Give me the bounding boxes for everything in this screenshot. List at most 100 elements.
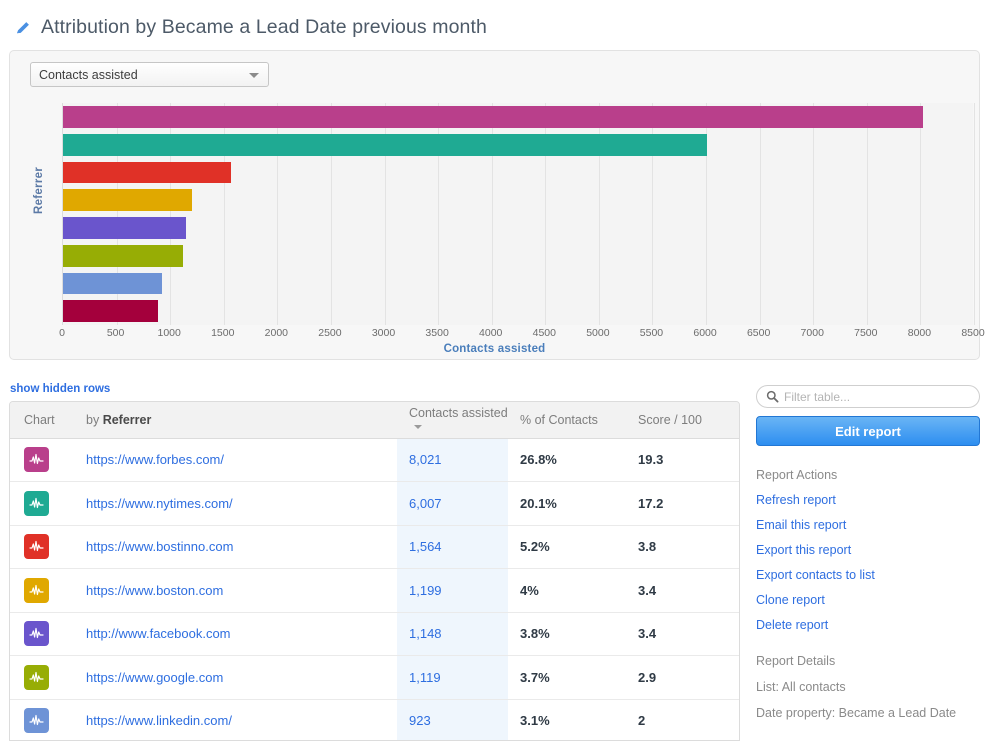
table-row: https://www.boston.com 1,199 4% 3.4 — [10, 568, 739, 613]
row-referrer-cell: http://www.facebook.com — [72, 612, 397, 656]
referrer-link[interactable]: https://www.linkedin.com/ — [86, 713, 232, 728]
report-action-link[interactable]: Export contacts to list — [756, 568, 982, 582]
chart-bar[interactable] — [63, 106, 923, 128]
chart-chip-icon[interactable] — [24, 708, 49, 734]
chevron-down-icon — [414, 425, 422, 430]
referrer-link[interactable]: https://www.boston.com — [86, 583, 223, 598]
report-action-link[interactable]: Clone report — [756, 593, 982, 607]
chart-chip-icon[interactable] — [24, 534, 49, 560]
chart-chip-icon[interactable] — [24, 490, 49, 516]
chart-bar-slot — [63, 186, 973, 214]
chart-bar[interactable] — [63, 244, 183, 267]
chart-bar[interactable] — [63, 272, 162, 295]
report-action-link[interactable]: Email this report — [756, 518, 982, 532]
row-chart-cell — [10, 699, 72, 740]
report-action-link[interactable]: Refresh report — [756, 493, 982, 507]
row-contacts-assisted[interactable]: 1,564 — [397, 525, 508, 569]
row-contacts-assisted[interactable]: 6,007 — [397, 481, 508, 526]
chart-bar[interactable] — [63, 300, 159, 322]
column-header-referrer-prefix: by — [86, 412, 103, 427]
row-chart-cell — [10, 481, 72, 526]
filter-table-box[interactable] — [756, 385, 980, 408]
referrer-link[interactable]: https://www.forbes.com/ — [86, 452, 224, 467]
row-referrer-cell: https://www.google.com — [72, 655, 397, 700]
referrer-link[interactable]: https://www.nytimes.com/ — [86, 496, 233, 511]
x-axis-tick-label: 3000 — [371, 327, 396, 339]
row-pct-of-contacts: 20.1% — [508, 481, 626, 526]
chart-bar-slot — [63, 131, 973, 159]
show-hidden-rows-link[interactable]: show hidden rows — [10, 383, 110, 395]
row-chart-cell — [10, 655, 72, 700]
referrer-link[interactable]: https://www.bostinno.com — [86, 539, 233, 554]
chart-bar-slot — [63, 270, 973, 298]
row-contacts-assisted[interactable]: 1,119 — [397, 655, 508, 700]
chart-chip-icon[interactable] — [24, 621, 49, 647]
x-axis-tick-label: 8500 — [961, 327, 985, 339]
metric-select[interactable]: Contacts assisted — [30, 62, 269, 87]
report-details-list: List: All contacts Date property: Became … — [756, 680, 982, 720]
referrer-link[interactable]: http://www.facebook.com — [86, 626, 231, 641]
report-actions-list: Refresh report Email this report Export th… — [756, 493, 982, 632]
report-detail-item: List: All contacts — [756, 680, 846, 694]
row-chart-cell — [10, 568, 72, 613]
row-pct-of-contacts: 3.1% — [508, 699, 626, 740]
report-sidebar: Edit report Report Actions Refresh repor… — [756, 385, 982, 720]
x-axis-tick-label: 5500 — [639, 327, 664, 339]
chart-x-axis-ticks: 0 500 1000 1500 2000 2500 3000 3500 4000 4500 5000… — [59, 327, 985, 343]
x-axis-tick-label: 8000 — [907, 327, 932, 339]
page-header: Attribution by Became a Lead Date previo… — [0, 0, 989, 44]
referrer-link[interactable]: https://www.google.com — [86, 670, 223, 685]
chart-bar[interactable] — [63, 217, 187, 239]
row-chart-cell — [10, 612, 72, 656]
filter-table-input[interactable] — [784, 389, 969, 404]
table-row: https://www.linkedin.com/923 3.1% 2 — [10, 699, 739, 740]
x-axis-tick-label: 2000 — [264, 327, 289, 339]
row-score: 3.4 — [626, 612, 739, 656]
chart-bars — [63, 103, 973, 325]
chart-bar[interactable] — [63, 189, 192, 211]
row-pct-of-contacts: 5.2% — [508, 525, 626, 569]
row-score: 2 — [626, 699, 739, 740]
chart-bar-slot — [63, 297, 973, 325]
x-axis-tick-label: 5000 — [586, 327, 610, 339]
chart-bar[interactable] — [63, 161, 231, 184]
chart-bar[interactable] — [63, 133, 707, 156]
x-axis-tick-label: 0 — [59, 327, 65, 339]
chart-plot-area — [62, 103, 975, 325]
x-axis-tick-label: 6000 — [693, 327, 717, 339]
pencil-icon[interactable] — [14, 19, 32, 37]
table-row: https://www.bostinno.com 1,564 5.2% 3.8 — [10, 525, 739, 569]
row-referrer-cell: https://www.boston.com — [72, 568, 397, 613]
row-contacts-assisted[interactable]: 8,021 — [397, 438, 508, 482]
row-pct-of-contacts: 26.8% — [508, 438, 626, 482]
report-page: Attribution by Became a Lead Date previo… — [0, 0, 989, 741]
row-contacts-assisted[interactable]: 1,199 — [397, 568, 508, 613]
table-row: https://www.nytimes.com/6,007 20.1% 17.2 — [10, 481, 739, 526]
report-action-link[interactable]: Export this report — [756, 543, 982, 557]
row-contacts-assisted[interactable]: 923 — [397, 699, 508, 740]
chart-bar-slot — [63, 103, 973, 131]
table-row: https://www.google.com 1,119 3.7% 2.9 — [10, 655, 739, 700]
row-pct-of-contacts: 3.8% — [508, 612, 626, 656]
x-axis-tick-label: 3500 — [425, 327, 449, 339]
chart-bar-slot — [63, 242, 973, 270]
x-axis-tick-label: 4500 — [532, 327, 556, 339]
report-detail-item: Date property: Became a Lead Date — [756, 706, 957, 720]
report-actions-heading: Report Actions — [756, 468, 838, 482]
chart-chip-icon[interactable] — [24, 447, 49, 473]
chart-chip-icon[interactable] — [24, 577, 49, 603]
row-score: 2.9 — [626, 655, 739, 700]
report-action-link[interactable]: Delete report — [756, 618, 982, 632]
search-icon — [766, 390, 779, 403]
x-axis-tick-label: 1500 — [211, 327, 235, 339]
column-header-chart: Chart — [10, 402, 72, 439]
row-contacts-assisted[interactable]: 1,148 — [397, 612, 508, 656]
row-referrer-cell: https://www.bostinno.com — [72, 525, 397, 569]
chart-bar-slot — [63, 214, 973, 242]
table-header-row: Chart by Referrer Contacts assisted % of… — [10, 402, 739, 439]
x-axis-tick-label: 500 — [106, 327, 125, 339]
row-referrer-cell: https://www.linkedin.com/ — [72, 699, 397, 740]
chart-chip-icon[interactable] — [24, 664, 49, 690]
edit-report-button[interactable]: Edit report — [756, 416, 980, 446]
column-header-contacts-assisted[interactable]: Contacts assisted — [397, 402, 508, 439]
